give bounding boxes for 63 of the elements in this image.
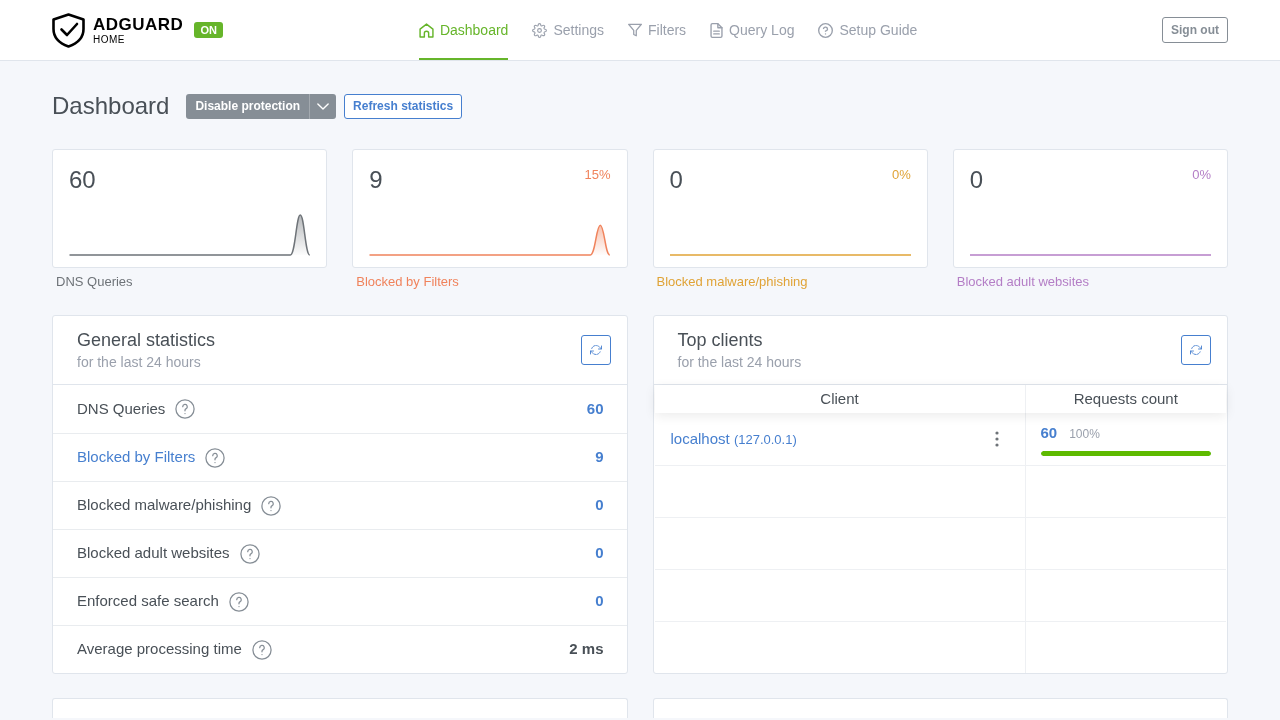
refresh-statistics-button[interactable]: Refresh statistics xyxy=(344,93,463,119)
home-icon xyxy=(418,22,434,38)
help-icon xyxy=(261,495,282,516)
help-icon xyxy=(251,639,272,660)
help-icon xyxy=(175,399,196,419)
card-subtitle: for the last 24 hours xyxy=(677,353,802,372)
gear-icon xyxy=(532,22,548,38)
page-title: Dashboard xyxy=(52,91,170,121)
stat-label: Blocked adult websites xyxy=(77,543,230,564)
stat-value: 60 xyxy=(69,165,96,195)
more-options-icon[interactable] xyxy=(994,431,999,447)
nav-link[interactable]: Dashboard xyxy=(418,0,509,60)
column-header: Requests count xyxy=(1073,388,1178,409)
disable-protection-button[interactable]: Disable protection xyxy=(186,93,310,119)
stat-value: 0 xyxy=(595,495,604,516)
help-icon xyxy=(239,543,260,564)
card-subtitle: for the last 24 hours xyxy=(77,353,202,372)
stat-label: Blocked by Filters xyxy=(356,273,459,291)
client-link[interactable]: localhost (127.0.0.1) xyxy=(670,427,797,451)
stat-label: Enforced safe search xyxy=(77,591,219,612)
request-count: 60 xyxy=(1040,422,1058,443)
brand-subtitle: HOME xyxy=(93,33,126,45)
refresh-button[interactable] xyxy=(580,335,611,365)
stat-percent: 0% xyxy=(1192,166,1211,184)
stat-value: 0 xyxy=(595,543,604,564)
card-title: Top clients xyxy=(677,329,764,352)
stat-value: 2 ms xyxy=(569,639,604,660)
stat-label: DNS Queries xyxy=(56,273,133,291)
column-header: Client xyxy=(820,388,859,409)
help-icon xyxy=(228,591,249,612)
document-icon xyxy=(710,22,724,38)
help-icon xyxy=(205,447,226,468)
stat-label: Blocked malware/phishing xyxy=(656,273,808,291)
stat-value: 0 xyxy=(969,165,984,195)
status-badge: ON xyxy=(194,21,223,38)
stat-percent: 15% xyxy=(584,166,611,184)
caret-icon xyxy=(317,102,330,110)
nav-link[interactable]: Settings xyxy=(532,0,604,60)
help-circle-icon xyxy=(818,22,834,38)
stat-label: Average processing time xyxy=(77,639,242,660)
stat-value: 9 xyxy=(369,165,383,195)
stat-value: 0 xyxy=(595,591,604,612)
refresh-icon xyxy=(589,344,602,356)
stat-percent: 0% xyxy=(891,166,911,184)
refresh-icon xyxy=(1190,344,1202,356)
nav-link[interactable]: Query Log xyxy=(710,0,795,60)
stat-link[interactable]: Blocked by Filters xyxy=(77,446,196,469)
stat-value: 0 xyxy=(669,165,683,195)
stat-value: 60 xyxy=(586,398,604,419)
filter-icon xyxy=(628,23,642,37)
stat-label: DNS Queries xyxy=(77,398,166,419)
dropdown-toggle-button[interactable] xyxy=(309,93,337,119)
stat-label: Blocked malware/phishing xyxy=(77,495,252,516)
request-percent: 100% xyxy=(1069,425,1100,443)
shield-check-logo-icon xyxy=(52,12,85,48)
stat-value: 9 xyxy=(595,447,604,468)
nav-link[interactable]: Filters xyxy=(628,0,687,60)
sign-out-button[interactable]: Sign out xyxy=(1162,17,1228,43)
stat-label: Blocked adult websites xyxy=(956,273,1089,291)
card-title: General statistics xyxy=(77,329,216,352)
nav-link[interactable]: Setup Guide xyxy=(818,0,918,60)
brand-name: ADGUARD xyxy=(93,15,184,34)
refresh-button[interactable] xyxy=(1181,335,1211,365)
